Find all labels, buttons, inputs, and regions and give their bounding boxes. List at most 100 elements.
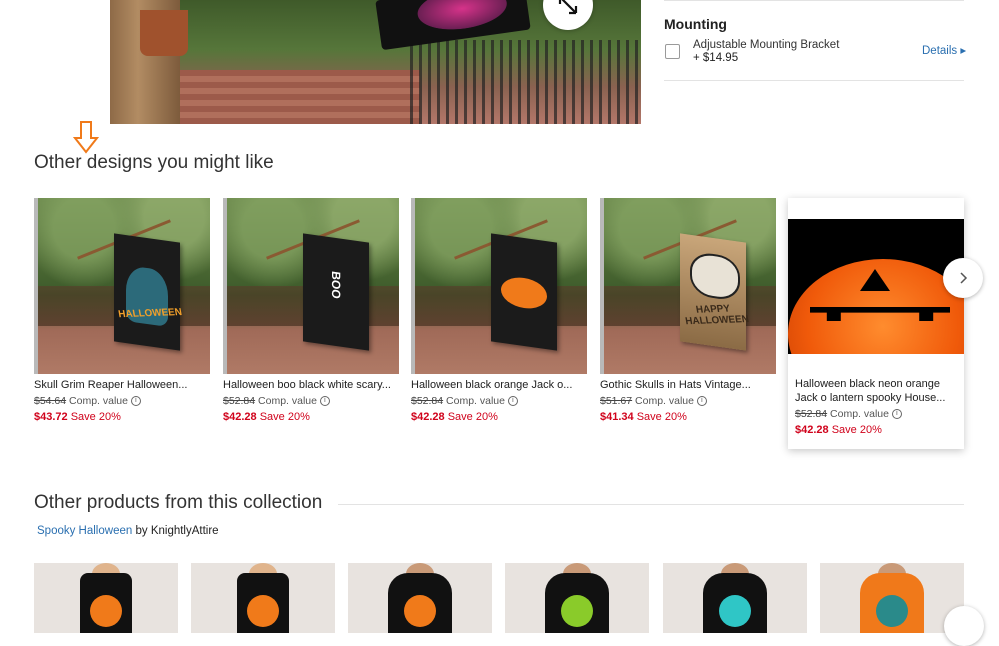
flag: HALLOWEEN <box>114 233 183 351</box>
save-label: Save 20% <box>259 411 310 423</box>
details-link[interactable]: Details ▸ <box>922 43 966 57</box>
hero-patio <box>180 70 420 124</box>
info-icon[interactable]: i <box>507 396 518 407</box>
pumpkin-nose <box>860 269 890 291</box>
price: $42.28 <box>795 424 829 436</box>
sale-price: $42.28 Save 20% <box>788 423 964 437</box>
price: $42.28 <box>411 411 445 423</box>
shirt-art <box>719 595 751 627</box>
info-icon[interactable]: i <box>696 396 707 407</box>
shirt-art <box>561 595 593 627</box>
product-card[interactable]: BOO Halloween boo black white scary... $… <box>223 198 399 424</box>
product-title[interactable]: Skull Grim Reaper Halloween... <box>34 378 210 392</box>
store-name[interactable]: KnightlyAttire <box>151 525 219 537</box>
pumpkin-eye <box>900 223 934 253</box>
arrow-down-icon <box>73 121 99 154</box>
sale-price: $41.34 Save 20% <box>600 410 776 424</box>
collection-product-thumbnail[interactable] <box>505 563 649 633</box>
divider <box>338 504 964 505</box>
flag-text: HALLOWEEN <box>117 306 183 321</box>
save-label: Save 20% <box>70 411 121 423</box>
hero-plant-pot <box>140 10 188 56</box>
product-thumbnail[interactable]: HALLOWEEN <box>34 198 210 374</box>
collection-product-thumbnail[interactable] <box>191 563 335 633</box>
mounting-option-price: + $14.95 <box>693 52 739 64</box>
collection-product-thumbnail[interactable] <box>34 563 178 633</box>
product-card-hovered[interactable]: Halloween black neon orange Jack o lante… <box>788 198 964 449</box>
collection-next-button[interactable] <box>944 606 984 646</box>
product-card[interactable]: HALLOWEEN Skull Grim Reaper Halloween...… <box>34 198 210 424</box>
product-card[interactable]: HAPPY HALLOWEEN Gothic Skulls in Hats Vi… <box>600 198 776 424</box>
product-thumbnail[interactable]: HAPPY HALLOWEEN <box>600 198 776 374</box>
skulls-art <box>690 250 740 302</box>
comp-value: $54.64 Comp. value i <box>34 394 210 408</box>
collection-product-thumbnail[interactable] <box>663 563 807 633</box>
mounting-title: Mounting <box>664 16 727 32</box>
info-icon[interactable]: i <box>891 409 902 420</box>
related-designs-title: Other designs you might like <box>34 152 274 173</box>
old-price: $54.64 <box>34 395 67 407</box>
by-label: by <box>135 525 148 537</box>
flag-text: BOO <box>329 270 343 300</box>
save-label: Save 20% <box>447 411 498 423</box>
frame-post <box>34 198 38 374</box>
product-thumbnail[interactable] <box>411 198 587 374</box>
old-price: $52.84 <box>223 395 256 407</box>
collection-product-thumbnail[interactable] <box>348 563 492 633</box>
mounting-bracket-checkbox[interactable] <box>665 44 680 59</box>
comp-label: Comp. value <box>830 408 889 420</box>
chevron-right-icon <box>960 272 968 284</box>
product-thumbnail[interactable] <box>788 219 964 354</box>
collection-product-thumbnail[interactable] <box>820 563 964 633</box>
flag: BOO <box>303 233 369 351</box>
collection-byline: Spooky Halloween by KnightlyAttire <box>37 525 219 537</box>
product-card[interactable]: Halloween black orange Jack o... $52.84 … <box>411 198 587 424</box>
info-icon[interactable]: i <box>130 396 141 407</box>
divider <box>664 80 964 81</box>
divider <box>664 0 964 1</box>
product-title[interactable]: Halloween boo black white scary... <box>223 378 399 392</box>
pumpkin-image <box>788 219 964 354</box>
comp-label: Comp. value <box>446 395 505 407</box>
flag-text: HAPPY HALLOWEEN <box>684 303 750 328</box>
comp-label: Comp. value <box>258 395 317 407</box>
comp-value: $52.84 Comp. value i <box>223 394 399 408</box>
frame-post <box>411 198 415 374</box>
pumpkin-face-art <box>501 274 547 312</box>
comp-value: $52.84 Comp. value i <box>411 394 587 408</box>
mounting-option-label: Adjustable Mounting Bracket <box>693 39 840 51</box>
shirt-art <box>876 595 908 627</box>
old-price: $51.67 <box>600 395 633 407</box>
carousel-next-button[interactable] <box>943 258 983 298</box>
price: $41.34 <box>600 411 634 423</box>
hero-fence <box>410 40 641 124</box>
save-label: Save 20% <box>636 411 687 423</box>
pumpkin-eye <box>818 223 852 253</box>
product-title[interactable]: Halloween black neon orange Jack o lante… <box>788 377 964 405</box>
price: $42.28 <box>223 411 257 423</box>
sale-price: $42.28 Save 20% <box>223 410 399 424</box>
product-title[interactable]: Gothic Skulls in Hats Vintage... <box>600 378 776 392</box>
collection-link[interactable]: Spooky Halloween <box>37 525 132 537</box>
frame-post <box>600 198 604 374</box>
shirt-art <box>247 595 279 627</box>
info-icon[interactable]: i <box>319 396 330 407</box>
product-title[interactable]: Halloween black orange Jack o... <box>411 378 587 392</box>
old-price: $52.84 <box>795 408 828 420</box>
price: $43.72 <box>34 411 68 423</box>
shirt-art <box>90 595 122 627</box>
expand-icon <box>558 0 578 15</box>
comp-label: Comp. value <box>69 395 128 407</box>
save-label: Save 20% <box>831 424 882 436</box>
shirt-art <box>404 595 436 627</box>
product-thumbnail[interactable]: BOO <box>223 198 399 374</box>
old-price: $52.84 <box>411 395 444 407</box>
frame-post <box>223 198 227 374</box>
comp-label: Comp. value <box>635 395 694 407</box>
comp-value: $51.67 Comp. value i <box>600 394 776 408</box>
comp-value: $52.84 Comp. value i <box>788 407 964 421</box>
collection-title: Other products from this collection <box>34 492 323 513</box>
flag: HAPPY HALLOWEEN <box>680 233 750 351</box>
flag <box>491 233 557 351</box>
sale-price: $42.28 Save 20% <box>411 410 587 424</box>
